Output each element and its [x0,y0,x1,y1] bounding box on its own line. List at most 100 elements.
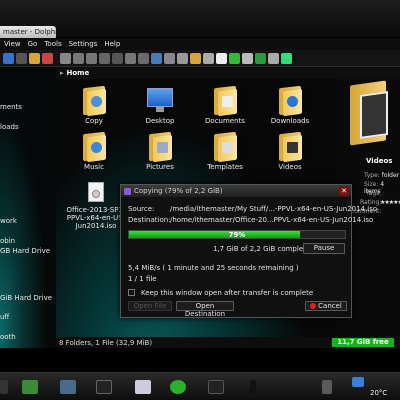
info-size-label: Size: [364,181,379,188]
paste-icon[interactable] [177,52,188,64]
reload-icon[interactable] [42,52,53,64]
new-tab-icon[interactable] [125,52,136,64]
sidebar-item-bluetooth[interactable]: ooth [0,333,16,341]
info-type-label: Type: [364,172,380,179]
info-type-value: folder [381,172,400,179]
file-item-documents[interactable]: Documents [197,85,253,125]
dialog-title: Copying (79% of 2,2 GiB) [134,187,223,195]
file-item-iso[interactable]: Office-2013-SP1-PPVL-x64-en-US-Jun2014.i… [66,182,126,230]
free-space-bar[interactable]: 11,7 GiB free [332,338,394,347]
sidebar-item-my-stuff[interactable]: uff [0,313,9,321]
info-icon[interactable] [242,52,253,64]
source-value: /media/ithemaster/My Stuff/...-PPVL-x64-… [170,205,378,213]
open-destination-button[interactable]: Open Destination [176,301,234,318]
details-view-icon[interactable] [86,52,97,64]
taskbar-window-icon[interactable] [208,380,224,394]
sidebar-item-hard-drive-2[interactable]: GiB Hard Drive [0,294,52,302]
taskbar-calculator-icon[interactable] [135,380,151,394]
rename-icon[interactable] [203,52,214,64]
transfer-speed: 5,4 MiB/s ( 1 minute and 25 seconds rema… [128,264,299,272]
taskbar-dolphin-icon[interactable] [60,380,76,394]
taskbar-monitor-icon[interactable] [22,380,38,394]
app-launcher-icon[interactable] [0,380,8,394]
file-label: Templates [207,163,243,171]
desktop-icon [147,85,173,115]
home-icon[interactable] [29,52,40,64]
status-text: 8 Folders, 1 File (32,9 MiB) [59,338,153,347]
file-label: Music [84,163,104,171]
keep-open-label: Keep this window open after transfer is … [141,289,314,297]
video-icon [287,142,298,153]
copy-icon[interactable] [164,52,175,64]
file-label: Videos [278,163,302,171]
temperature: 20°C [370,389,388,397]
menu-help[interactable]: Help [104,40,120,48]
file-item-templates[interactable]: Templates [197,131,253,171]
file-item-downloads[interactable]: Downloads [262,85,318,125]
places-sidebar: ments loads work obin GB Hard Drive GiB … [0,67,56,348]
folder-icon [81,85,107,117]
breadcrumb: ▸ Home [56,67,400,79]
dialog-app-icon [124,187,131,195]
trash-icon[interactable] [268,52,279,64]
source-label: Source: [128,205,155,213]
network-icon[interactable] [255,52,266,64]
pause-button[interactable]: Pause [303,243,345,254]
file-item-copy[interactable]: Copy [66,85,122,125]
cancel-button[interactable]: Cancel [305,301,347,311]
menu-go[interactable]: Go [28,40,38,48]
copy-progress-dialog: Copying (79% of 2,2 GiB) ✕ Source: /medi… [120,184,377,318]
split-view-icon[interactable] [99,52,110,64]
sidebar-item-documents[interactable]: ments [0,103,22,111]
window-title[interactable]: master - Dolphin [0,26,56,38]
file-label: Downloads [270,117,310,125]
file-label: Desktop [145,117,175,125]
taskbar-tray-icon[interactable] [322,380,332,394]
keep-open-checkbox[interactable] [128,289,135,296]
download-icon [287,96,298,107]
taskbar-skype-icon[interactable] [170,380,186,394]
file-item-videos[interactable]: Videos [262,131,318,171]
file-label: Copy [85,117,103,125]
file-item-music[interactable]: Music [66,131,122,171]
dialog-titlebar: Copying (79% of 2,2 GiB) ✕ [121,185,351,197]
folder-icon [81,131,107,163]
rating-stars[interactable]: ★★★★★ [380,199,400,206]
menu-view[interactable]: View [4,40,21,48]
sidebar-item-network[interactable]: work [0,217,17,225]
sidebar-item-downloads[interactable]: loads [0,123,19,131]
menu-settings[interactable]: Settings [69,40,98,48]
compact-view-icon[interactable] [73,52,84,64]
destination-label: Destination: [128,216,171,224]
folder-preview-icon [350,80,390,147]
file-item-pictures[interactable]: Pictures [132,131,188,171]
back-icon[interactable] [3,52,14,64]
cancel-icon [310,303,317,309]
weather-icon[interactable] [352,377,364,387]
filter-icon[interactable] [281,52,292,64]
preview-icon[interactable] [112,52,123,64]
file-item-desktop[interactable]: Desktop [132,85,188,125]
menu-bar: View Go Tools Settings Help [0,38,400,50]
close-icon[interactable]: ✕ [339,186,349,196]
terminal-icon[interactable] [138,52,149,64]
properties-icon[interactable] [216,52,227,64]
sidebar-item-trash[interactable]: obin [0,237,15,245]
window-titlebar: master - Dolphin [0,0,400,38]
folder-icon [277,85,303,117]
breadcrumb-arrow-icon[interactable]: ▸ [60,69,64,77]
info-tags-label: Tags: [366,190,382,197]
share-icon[interactable] [229,52,240,64]
progress-text: 79% [228,231,246,239]
screen-icon[interactable] [151,52,162,64]
breadcrumb-home[interactable]: Home [67,69,90,77]
menu-tools[interactable]: Tools [44,40,61,48]
taskbar: 20°C [0,372,400,400]
icons-view-icon[interactable] [60,52,71,64]
sidebar-item-hard-drive-1[interactable]: GB Hard Drive [0,247,50,255]
forward-icon[interactable] [16,52,27,64]
folder-icon [212,131,238,163]
new-folder-icon[interactable] [190,52,201,64]
open-file-button[interactable]: Open File [128,301,172,311]
taskbar-terminal-icon[interactable] [96,380,112,394]
